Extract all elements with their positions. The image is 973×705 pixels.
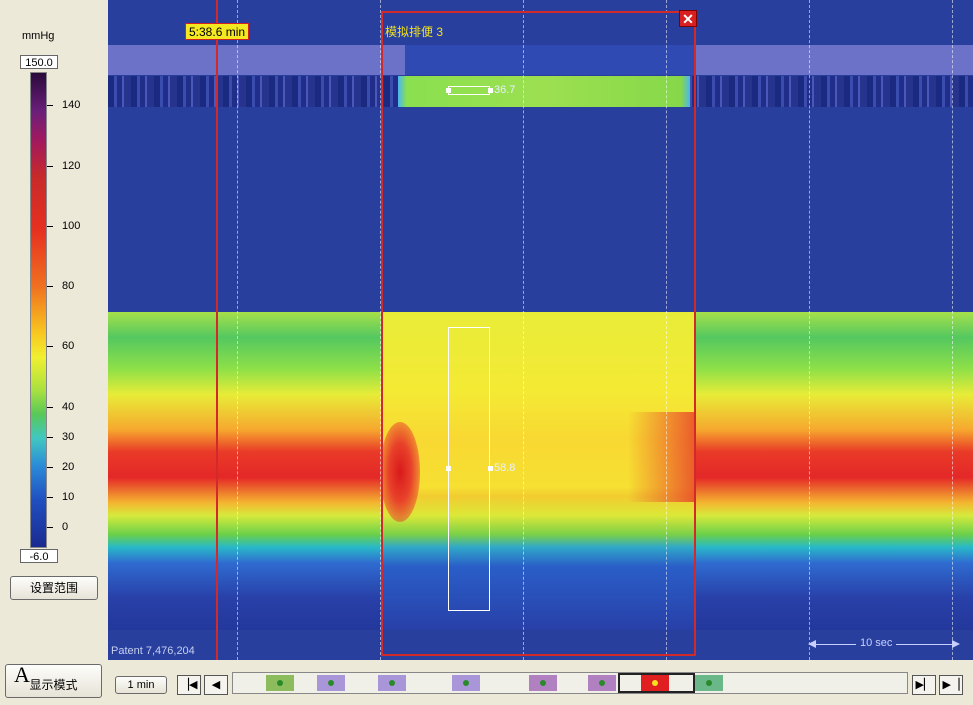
roi-handle[interactable] [446,88,451,93]
pressure-colorbar [30,72,47,548]
roi-lower-value: 58.8 [494,462,516,474]
roi-handle[interactable] [446,466,451,471]
scale-tick-label: 60 [62,340,75,352]
scale-panel: mmHg 150.0 140 120 100 80 60 40 30 20 10… [0,0,108,698]
scale-tick [47,166,53,167]
scale-tick [47,346,53,347]
event-dot-icon [389,680,395,686]
roi-box-upper[interactable] [448,86,490,95]
scale-tick-label: 80 [62,280,75,292]
display-mode-letter: A [14,662,30,687]
timeline-event-marker[interactable] [695,675,723,691]
scale-tick [47,407,53,408]
scale-tick-label: 10 [62,491,75,503]
scale-tick-label: 40 [62,401,75,413]
roi-box-lower[interactable] [448,327,490,611]
scale-tick-label: 20 [62,461,75,473]
roi-upper-value: 36.7 [494,84,516,96]
timeline-event-marker[interactable] [452,675,480,691]
display-mode-button[interactable]: A 显示模式 [5,664,102,698]
time-scale-label: 10 sec [856,637,897,649]
bottom-toolbar: 1 min ▕◀ ◀ ▶▏ ▶▕ [108,660,973,698]
step-back-icon[interactable]: ◀ [204,675,228,695]
display-mode-label: 显示模式 [29,678,78,692]
roi-handle[interactable] [488,466,493,471]
scale-tick [47,286,53,287]
scale-tick-label: 100 [62,220,81,232]
event-dot-icon [706,680,712,686]
close-icon[interactable]: ✕ [679,10,697,27]
timeline-event-marker[interactable] [378,675,406,691]
event-selection-box[interactable] [381,11,696,656]
timeline-event-marker[interactable] [317,675,345,691]
scale-tick [47,497,53,498]
grid-line [809,0,810,660]
scale-tick-label: 30 [62,431,75,443]
roi-handle[interactable] [488,88,493,93]
set-range-button[interactable]: 设置范围 [10,576,98,600]
event-dot-icon [277,680,283,686]
event-timeline[interactable] [232,672,908,694]
scale-tick-label: 140 [62,99,81,111]
scale-max-value[interactable]: 150.0 [20,55,58,69]
event-dot-icon [328,680,334,686]
patient-label: Patent 7,476,204 [111,645,195,657]
event-title: 模拟排便 3 [385,25,444,39]
skip-to-end-icon[interactable]: ▶▕ [939,675,963,695]
event-dot-icon [463,680,469,686]
timeline-view-window[interactable] [618,673,695,693]
event-dot-icon [540,680,546,686]
skip-to-start-icon[interactable]: ▕◀ [177,675,201,695]
arrow-left-icon [808,640,816,648]
event-dot-icon [599,680,605,686]
step-forward-icon[interactable]: ▶▏ [912,675,936,695]
timeline-event-marker[interactable] [588,675,616,691]
timeline-event-marker[interactable] [266,675,294,691]
scale-tick [47,226,53,227]
scale-tick-label: 120 [62,160,81,172]
scale-tick [47,467,53,468]
scale-tick [47,437,53,438]
scale-tick [47,105,53,106]
arrow-right-icon [952,640,960,648]
timeline-event-marker[interactable] [529,675,557,691]
time-window-button[interactable]: 1 min [115,676,167,694]
unit-label: mmHg [22,30,55,42]
grid-line [237,0,238,660]
pressure-topography-plot[interactable]: 5:38.6 min 模拟排便 3 ✕ 36.7 58.8 Patent 7,4… [108,0,973,660]
scale-tick-label: 0 [62,521,69,533]
scale-min-value[interactable]: -6.0 [20,549,58,563]
time-cursor-badge: 5:38.6 min [185,23,250,40]
scale-tick [47,527,53,528]
grid-line [952,0,953,660]
time-cursor-line[interactable] [216,0,218,660]
